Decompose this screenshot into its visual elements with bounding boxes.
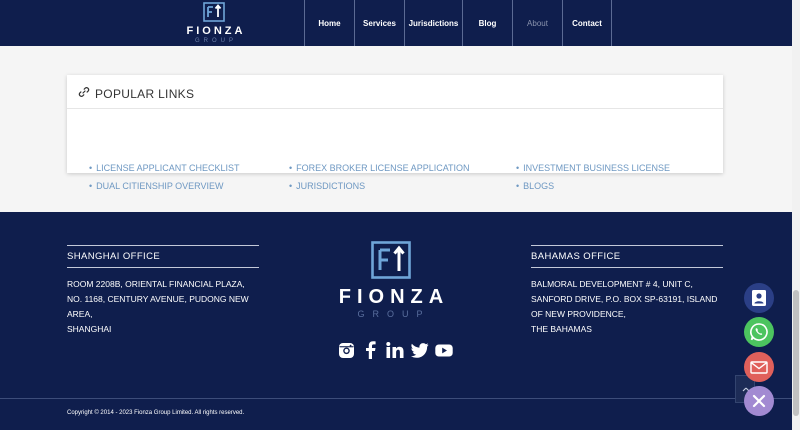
close-floating-menu-button[interactable] bbox=[744, 386, 774, 416]
popular-links-title: POPULAR LINKS bbox=[95, 87, 195, 101]
bullet: • bbox=[516, 181, 520, 191]
link-label: BLOGS bbox=[523, 181, 555, 191]
bahamas-address-line: SANFORD DRIVE, P.O. BOX SP-63191, ISLAND bbox=[531, 294, 718, 304]
link-label: JURISDICTIONS bbox=[296, 181, 366, 191]
header-brand-sub: GROUP bbox=[194, 38, 237, 44]
bahamas-address-line: OF NEW PROVIDENCE, bbox=[531, 309, 626, 319]
nav-about[interactable]: About bbox=[512, 0, 562, 46]
page-scrollbar[interactable] bbox=[792, 0, 800, 430]
linkedin-icon[interactable] bbox=[385, 340, 405, 360]
link-icon bbox=[78, 87, 90, 97]
bahamas-address-line: BALMORAL DEVELOPMENT # 4, UNIT C, bbox=[531, 279, 693, 289]
contact-card-button[interactable] bbox=[744, 283, 774, 313]
bahamas-office-title: BAHAMAS OFFICE bbox=[531, 245, 723, 268]
header-logo[interactable]: FIONZA GROUP bbox=[176, 0, 256, 46]
bullet: • bbox=[89, 163, 93, 173]
logo-mark-icon bbox=[203, 2, 225, 22]
link-forex-broker-license-application[interactable]: • FOREX BROKER LICENSE APPLICATION bbox=[289, 163, 470, 173]
main-nav: Home Services Jurisdictions Blog About C… bbox=[304, 0, 612, 46]
footer-brand-name: FIONZA bbox=[338, 286, 450, 308]
bullet: • bbox=[89, 181, 93, 191]
content-area: POPULAR LINKS • LICENSE APPLICANT CHECKLI… bbox=[0, 46, 792, 212]
nav-home[interactable]: Home bbox=[304, 0, 354, 46]
shanghai-address-line: NO. 1168, CENTURY AVENUE, PUDONG NEW bbox=[67, 294, 249, 304]
shanghai-address-line: AREA, bbox=[67, 309, 93, 319]
link-license-applicant-checklist[interactable]: • LICENSE APPLICANT CHECKLIST bbox=[89, 163, 240, 173]
bullet: • bbox=[289, 181, 293, 191]
bullet: • bbox=[289, 163, 293, 173]
close-icon bbox=[752, 394, 766, 408]
header-brand-name: FIONZA bbox=[186, 25, 246, 37]
nav-blog[interactable]: Blog bbox=[462, 0, 512, 46]
link-label: LICENSE APPLICANT CHECKLIST bbox=[96, 163, 240, 173]
popular-links-header: POPULAR LINKS bbox=[67, 75, 723, 109]
nav-services[interactable]: Services bbox=[354, 0, 404, 46]
footer-brand-sub: GROUP bbox=[357, 309, 431, 319]
link-label: FOREX BROKER LICENSE APPLICATION bbox=[296, 163, 470, 173]
site-footer: SHANGHAI OFFICE ROOM 2208B, ORIENTAL FIN… bbox=[0, 212, 792, 430]
youtube-icon[interactable] bbox=[434, 340, 454, 360]
footer-logo-mark-icon bbox=[371, 241, 411, 279]
shanghai-address-line: SHANGHAI bbox=[67, 324, 112, 334]
whatsapp-button[interactable] bbox=[744, 317, 774, 347]
email-button[interactable] bbox=[744, 352, 774, 382]
copyright-text: Copyright © 2014 - 2023 Fionza Group Lim… bbox=[67, 410, 245, 416]
shanghai-office-title: SHANGHAI OFFICE bbox=[67, 245, 259, 268]
nav-contact[interactable]: Contact bbox=[562, 0, 612, 46]
bahamas-address-line: THE BAHAMAS bbox=[531, 324, 592, 334]
link-label: DUAL CITIENSHIP OVERVIEW bbox=[96, 181, 224, 191]
popular-links-card: POPULAR LINKS • LICENSE APPLICANT CHECKLI… bbox=[67, 75, 723, 191]
link-label: INVESTMENT BUSINESS LICENSE bbox=[523, 163, 671, 173]
link-investment-business-license[interactable]: • INVESTMENT BUSINESS LICENSE bbox=[516, 163, 670, 173]
email-icon bbox=[750, 360, 768, 374]
contact-card-icon bbox=[752, 290, 766, 306]
scrollbar-thumb[interactable] bbox=[793, 290, 799, 416]
nav-jurisdictions[interactable]: Jurisdictions bbox=[404, 0, 462, 46]
twitter-icon[interactable] bbox=[410, 340, 430, 360]
link-dual-citizenship-overview[interactable]: • DUAL CITIENSHIP OVERVIEW bbox=[89, 181, 224, 191]
footer-divider bbox=[0, 398, 792, 399]
site-header: FIONZA GROUP Home Services Jurisdictions… bbox=[0, 0, 792, 46]
instagram-icon[interactable] bbox=[336, 340, 356, 360]
bullet: • bbox=[516, 163, 520, 173]
link-jurisdictions[interactable]: • JURISDICTIONS bbox=[289, 181, 365, 191]
facebook-icon[interactable] bbox=[362, 340, 378, 360]
whatsapp-icon bbox=[750, 323, 768, 341]
shanghai-address-line: ROOM 2208B, ORIENTAL FINANCIAL PLAZA, bbox=[67, 279, 245, 289]
link-blogs[interactable]: • BLOGS bbox=[516, 181, 554, 191]
